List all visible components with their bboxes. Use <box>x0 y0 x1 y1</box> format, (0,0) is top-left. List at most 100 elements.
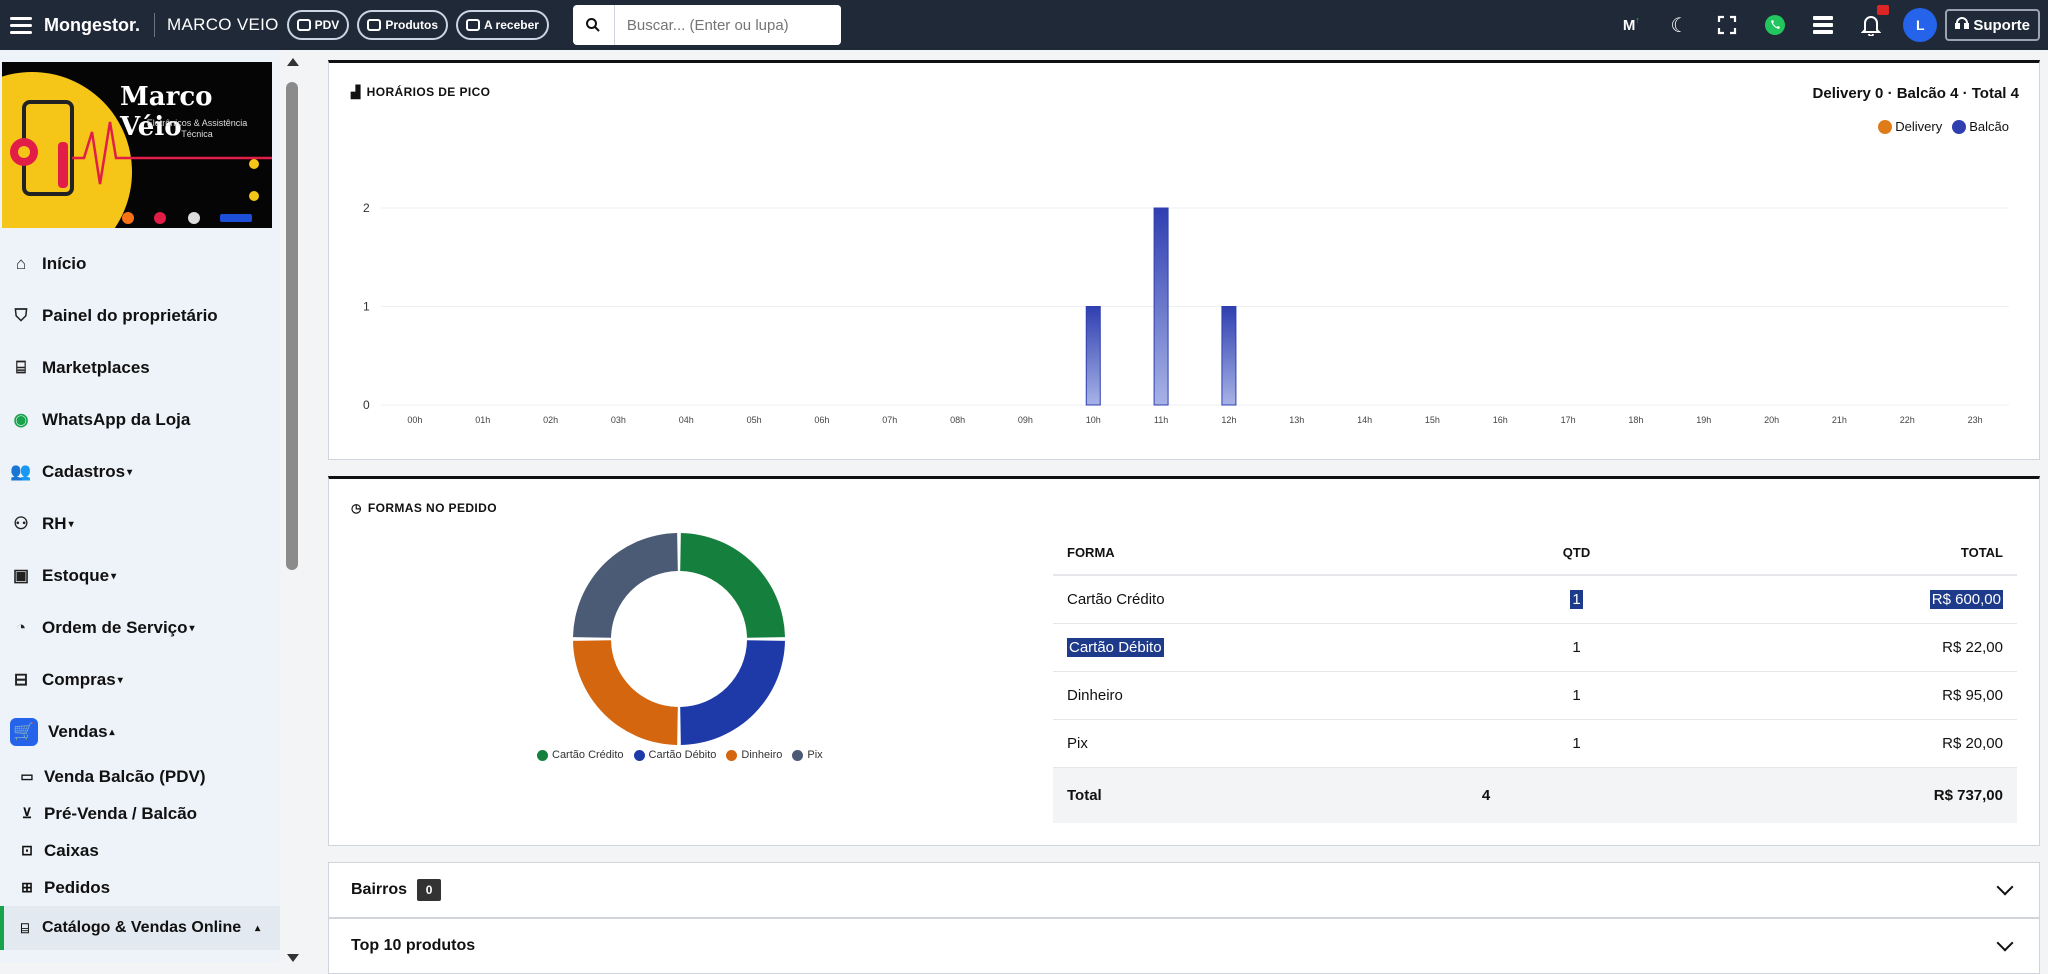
count-badge: 0 <box>417 879 442 901</box>
column-header-forma[interactable]: FORMA <box>1053 531 1482 576</box>
menu-icon[interactable] <box>6 13 36 38</box>
scroll-down-arrow[interactable] <box>287 954 299 962</box>
x-tick-label: 03h <box>611 415 626 425</box>
bar-balcao-11h[interactable] <box>1153 207 1169 406</box>
legend-dot <box>726 749 738 761</box>
whatsapp-icon: ◉ <box>13 410 29 429</box>
sidebar-item-vendas[interactable]: 🛒 Vendas ▴ <box>0 706 280 758</box>
donut-slice-pix[interactable] <box>573 533 678 638</box>
logo-subtitle: Eletrônicos & Assistência Técnica <box>146 118 248 139</box>
donut-legend: Cartão Crédito Cartão Débito Dinheiro Pi… <box>537 749 823 761</box>
scroll-up-arrow[interactable] <box>287 58 299 66</box>
sidebar-item-inicio[interactable]: ⌂ Início <box>0 238 280 290</box>
sidebar-item-label: Início <box>42 254 87 273</box>
x-tick-label: 16h <box>1493 415 1508 425</box>
x-tick-label: 23h <box>1968 415 1983 425</box>
sidebar-item-label: WhatsApp da Loja <box>42 410 191 429</box>
chevron-down-icon[interactable] <box>1996 934 2014 952</box>
register-icon <box>296 19 311 31</box>
scrollbar-thumb[interactable] <box>286 82 298 570</box>
y-tick-label: 0 <box>363 398 370 412</box>
sidebar-item-label: Painel do proprietário <box>42 306 218 325</box>
section-top-produtos[interactable]: Top 10 produtos <box>328 918 2040 974</box>
legend-label: Pix <box>807 749 823 761</box>
divider <box>154 13 156 37</box>
legend-label: Balcão <box>1969 119 2009 134</box>
donut-legend-debito[interactable]: Cartão Débito <box>633 749 716 761</box>
selected-text: R$ 600,00 <box>1929 589 2003 609</box>
a-receber-button[interactable]: A receber <box>456 10 549 40</box>
gauge-icon: ◔ <box>15 618 27 637</box>
topbar-actions: M ↑ ☾ L Suporte <box>1607 5 2048 45</box>
sidebar-item-estoque[interactable]: ▣ Estoque ▾ <box>0 550 280 602</box>
column-header-qtd[interactable]: QTD <box>1481 531 1672 576</box>
sidebar-subitem-label: Venda Balcão (PDV) <box>44 766 206 786</box>
m-icon[interactable]: M ↑ <box>1607 5 1655 45</box>
selected-text: 1 <box>1570 589 1583 609</box>
search-icon[interactable] <box>573 5 615 45</box>
table-row: Dinheiro 1 R$ 95,00 <box>1053 671 2017 720</box>
legend-label: Cartão Crédito <box>552 749 624 761</box>
sidebar-item-label: RH <box>42 514 67 533</box>
legend-item-delivery[interactable]: Delivery <box>1878 119 1942 134</box>
donut-slice-cart-o-d-bito[interactable] <box>680 640 785 745</box>
cell-forma: Cartão Crédito <box>1053 575 1482 624</box>
sidebar-subitem-pre-venda[interactable]: ⊻ Pré-Venda / Balcão <box>0 795 280 832</box>
whatsapp-icon[interactable] <box>1751 5 1799 45</box>
donut-slice-dinheiro[interactable] <box>573 640 678 745</box>
bar-balcao-12h[interactable] <box>1221 306 1237 406</box>
sidebar-item-compras[interactable]: ⊟ Compras ▾ <box>0 654 280 706</box>
notification-badge <box>1877 5 1890 15</box>
x-tick-label: 20h <box>1764 415 1779 425</box>
sidebar-item-marketplaces[interactable]: ⌸ Marketplaces <box>0 342 280 394</box>
cell-total: R$ 600,00 <box>1671 575 2017 624</box>
sidebar-subitem-pedidos[interactable]: ⊞ Pedidos <box>0 869 280 906</box>
box-icon <box>367 19 382 31</box>
pdv-button[interactable]: PDV <box>286 10 350 40</box>
sidebar-subitem-caixas[interactable]: ⊡ Caixas <box>0 832 280 869</box>
caret-down-icon: ▾ <box>117 674 123 686</box>
headset-icon <box>1955 16 1970 34</box>
sidebar-subitem-label: Pré-Venda / Balcão <box>44 803 198 823</box>
search-input[interactable] <box>614 5 841 45</box>
store-icon: ⌸ <box>15 358 27 377</box>
sidebar-subitem-label: Catálogo & Vendas Online <box>42 919 242 936</box>
chevron-down-icon[interactable] <box>1996 878 2014 896</box>
x-tick-label: 14h <box>1357 415 1372 425</box>
support-button[interactable]: Suporte <box>1945 9 2040 41</box>
sidebar-item-cadastros[interactable]: 👥 Cadastros ▾ <box>0 446 280 498</box>
cell-total: R$ 95,00 <box>1671 671 2017 720</box>
chart-legend: Delivery Balcão <box>1878 119 2009 134</box>
donut-legend-credito[interactable]: Cartão Crédito <box>537 749 624 761</box>
sidebar-item-painel[interactable]: ⛉ Painel do proprietário <box>0 290 280 342</box>
donut-legend-pix[interactable]: Pix <box>792 749 823 761</box>
brand-name[interactable]: Mongestor. <box>44 15 140 36</box>
sidebar-subitem-venda-balcao[interactable]: ▭ Venda Balcão (PDV) <box>0 758 280 795</box>
sidebar-subitem-catalogo[interactable]: ⌸ Catálogo & Vendas Online ▴ <box>0 906 280 950</box>
apps-icon[interactable] <box>1799 5 1847 45</box>
cell-qtd: 1 <box>1481 671 1672 720</box>
x-tick-label: 19h <box>1696 415 1711 425</box>
cell-qtd: 1 <box>1481 719 1672 768</box>
x-tick-label: 08h <box>950 415 965 425</box>
donut-legend-dinheiro[interactable]: Dinheiro <box>726 749 782 761</box>
sidebar-item-ordem-servico[interactable]: ◔ Ordem de Serviço ▾ <box>0 602 280 654</box>
section-bairros[interactable]: Bairros 0 <box>328 862 2040 918</box>
top-bar: Mongestor. MARCO VEIO PDV Produtos A rec… <box>0 0 2048 50</box>
x-tick-label: 00h <box>407 415 422 425</box>
caret-down-icon: ▾ <box>68 518 74 530</box>
moon-icon[interactable]: ☾ <box>1655 5 1703 45</box>
home-icon: ⌂ <box>15 254 27 273</box>
sidebar-item-rh[interactable]: ⚇ RH ▾ <box>0 498 280 550</box>
register-icon: ▭ <box>20 768 34 784</box>
bell-icon[interactable] <box>1847 5 1895 45</box>
column-header-total[interactable]: TOTAL <box>1671 531 2017 576</box>
fullscreen-icon[interactable] <box>1703 5 1751 45</box>
bar-balcao-10h[interactable] <box>1085 306 1101 406</box>
donut-slice-cart-o-cr-dito[interactable] <box>680 533 785 638</box>
sidebar-nav: ⌂ Início ⛉ Painel do proprietário ⌸ Marketp… <box>0 238 280 950</box>
sidebar-item-whatsapp[interactable]: ◉ WhatsApp da Loja <box>0 394 280 446</box>
produtos-button[interactable]: Produtos <box>357 10 448 40</box>
avatar[interactable]: L <box>1903 8 1938 42</box>
legend-item-balcao[interactable]: Balcão <box>1952 119 2009 134</box>
